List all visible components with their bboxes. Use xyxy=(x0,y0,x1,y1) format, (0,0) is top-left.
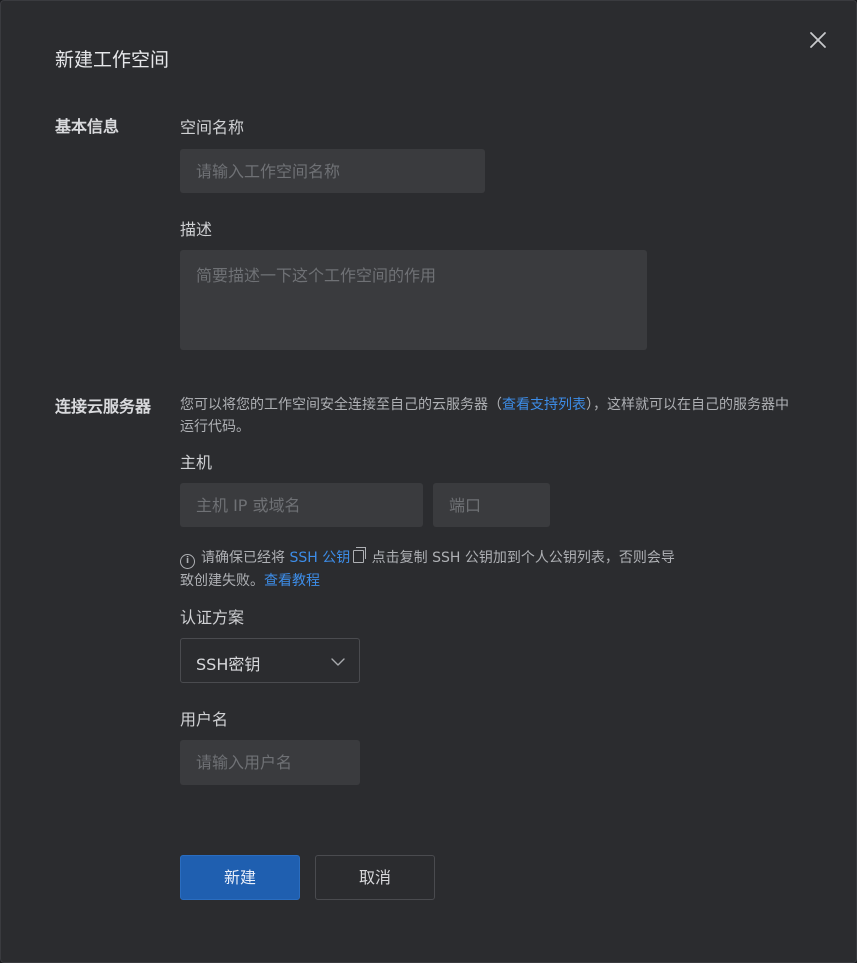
auth-method-select[interactable]: SSH密钥 xyxy=(180,638,360,683)
copy-icon[interactable] xyxy=(353,547,367,563)
notice-before: 请确保已经将 xyxy=(201,550,290,566)
create-button[interactable]: 新建 xyxy=(180,855,300,900)
create-workspace-dialog: 新建工作空间 基本信息 空间名称 描述 连接云服务器 您可以将您的工作空间安全连… xyxy=(0,0,857,963)
info-icon: i xyxy=(180,554,195,569)
ssh-key-notice: i 请确保已经将 SSH 公钥 点击复制 SSH 公钥加到个人公钥列表，否则会导致… xyxy=(180,547,680,593)
host-input[interactable] xyxy=(180,483,423,527)
supported-list-link[interactable]: 查看支持列表 xyxy=(502,397,586,413)
username-label: 用户名 xyxy=(180,710,229,729)
username-input[interactable] xyxy=(180,740,360,785)
description-label: 描述 xyxy=(180,220,213,239)
workspace-name-input[interactable] xyxy=(180,149,485,193)
auth-method-value: SSH密钥 xyxy=(196,655,261,674)
description-textarea[interactable] xyxy=(180,250,647,350)
tutorial-link[interactable]: 查看教程 xyxy=(264,573,320,589)
ssh-public-key-link[interactable]: SSH 公钥 xyxy=(289,550,350,566)
server-intro-text: 您可以将您的工作空间安全连接至自己的云服务器（查看支持列表），这样就可以在自己的… xyxy=(180,394,800,438)
cancel-button[interactable]: 取消 xyxy=(315,855,435,900)
section-label-basic-info: 基本信息 xyxy=(55,117,120,136)
workspace-name-label: 空间名称 xyxy=(180,118,245,137)
server-intro-before: 您可以将您的工作空间安全连接至自己的云服务器（ xyxy=(180,397,502,413)
port-input[interactable] xyxy=(433,483,550,527)
host-label: 主机 xyxy=(180,453,213,472)
auth-method-label: 认证方案 xyxy=(180,608,245,627)
section-label-server: 连接云服务器 xyxy=(55,397,152,416)
dialog-title: 新建工作空间 xyxy=(55,49,170,71)
chevron-down-icon xyxy=(331,654,345,668)
close-icon[interactable] xyxy=(807,29,829,51)
